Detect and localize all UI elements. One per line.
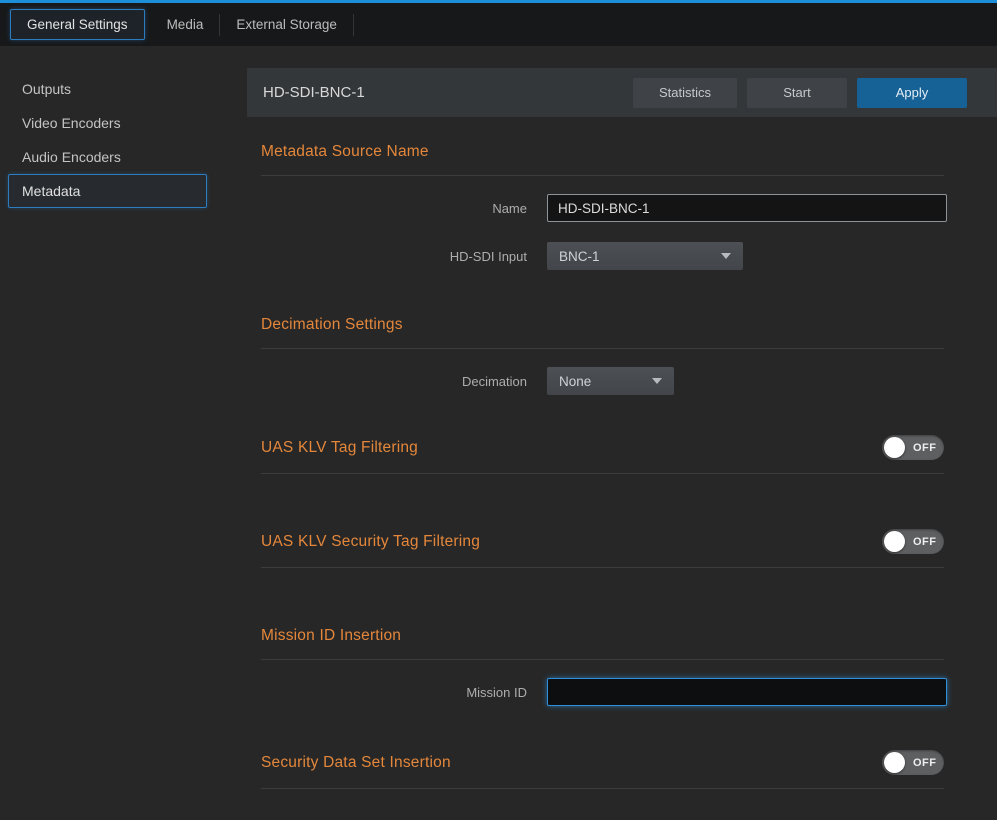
toggle-state-label: OFF	[913, 442, 937, 454]
toggle-state-label: OFF	[913, 757, 937, 769]
decimation-select[interactable]: None	[547, 367, 674, 395]
content-panel: HD-SDI-BNC-1 Statistics Start Apply Meta…	[247, 46, 997, 820]
divider	[261, 175, 944, 176]
toggle-knob	[884, 752, 905, 773]
page-title: HD-SDI-BNC-1	[263, 84, 623, 101]
section-title: Decimation Settings	[261, 315, 944, 335]
section-title: UAS KLV Tag Filtering	[261, 438, 418, 458]
name-input[interactable]	[547, 194, 947, 222]
section-title: UAS KLV Security Tag Filtering	[261, 532, 480, 552]
section-security-data-set-insertion: Security Data Set Insertion OFF	[261, 750, 944, 789]
section-uas-klv-tag-filtering: UAS KLV Tag Filtering OFF	[261, 435, 944, 474]
name-label: Name	[247, 201, 527, 216]
hdsdi-input-select[interactable]: BNC-1	[547, 242, 743, 270]
tab-divider	[353, 14, 354, 36]
sidebar-item-metadata[interactable]: Metadata	[8, 174, 207, 208]
divider	[261, 473, 944, 474]
divider	[261, 788, 944, 789]
section-decimation-settings: Decimation Settings	[261, 315, 944, 349]
chevron-down-icon	[721, 253, 731, 259]
sidebar-item-outputs[interactable]: Outputs	[22, 72, 207, 106]
uas-klv-tag-filtering-toggle[interactable]: OFF	[882, 435, 944, 460]
hdsdi-input-label: HD-SDI Input	[247, 249, 527, 264]
sidebar: Outputs Video Encoders Audio Encoders Me…	[0, 46, 247, 820]
section-title: Mission ID Insertion	[261, 626, 944, 646]
tab-general-settings[interactable]: General Settings	[10, 9, 145, 40]
mission-id-input[interactable]	[547, 678, 947, 706]
name-field-row: Name	[247, 194, 997, 222]
uas-klv-security-tag-filtering-toggle[interactable]: OFF	[882, 529, 944, 554]
main-layout: Outputs Video Encoders Audio Encoders Me…	[0, 46, 997, 820]
divider	[261, 348, 944, 349]
section-title: Metadata Source Name	[261, 142, 944, 162]
tab-external-storage[interactable]: External Storage	[220, 10, 353, 39]
hdsdi-input-row: HD-SDI Input BNC-1	[247, 242, 997, 270]
panel-header: HD-SDI-BNC-1 Statistics Start Apply	[247, 68, 997, 117]
toggle-state-label: OFF	[913, 536, 937, 548]
section-uas-klv-security-tag-filtering: UAS KLV Security Tag Filtering OFF	[261, 529, 944, 568]
start-button[interactable]: Start	[747, 78, 847, 108]
mission-id-row: Mission ID	[247, 678, 997, 706]
select-value: BNC-1	[559, 249, 600, 264]
section-metadata-source-name: Metadata Source Name	[261, 142, 944, 176]
divider	[261, 567, 944, 568]
divider	[261, 659, 944, 660]
section-mission-id-insertion: Mission ID Insertion	[261, 626, 944, 660]
apply-button[interactable]: Apply	[857, 78, 967, 108]
sidebar-item-audio-encoders[interactable]: Audio Encoders	[22, 140, 207, 174]
tab-bar: General Settings Media External Storage	[0, 3, 997, 46]
toggle-knob	[884, 531, 905, 552]
statistics-button[interactable]: Statistics	[633, 78, 737, 108]
chevron-down-icon	[652, 378, 662, 384]
sidebar-item-video-encoders[interactable]: Video Encoders	[22, 106, 207, 140]
toggle-knob	[884, 437, 905, 458]
decimation-row: Decimation None	[247, 367, 997, 395]
section-title: Security Data Set Insertion	[261, 753, 451, 773]
mission-id-label: Mission ID	[247, 685, 527, 700]
security-data-set-insertion-toggle[interactable]: OFF	[882, 750, 944, 775]
tab-media[interactable]: Media	[151, 10, 220, 39]
decimation-label: Decimation	[247, 374, 527, 389]
select-value: None	[559, 374, 591, 389]
